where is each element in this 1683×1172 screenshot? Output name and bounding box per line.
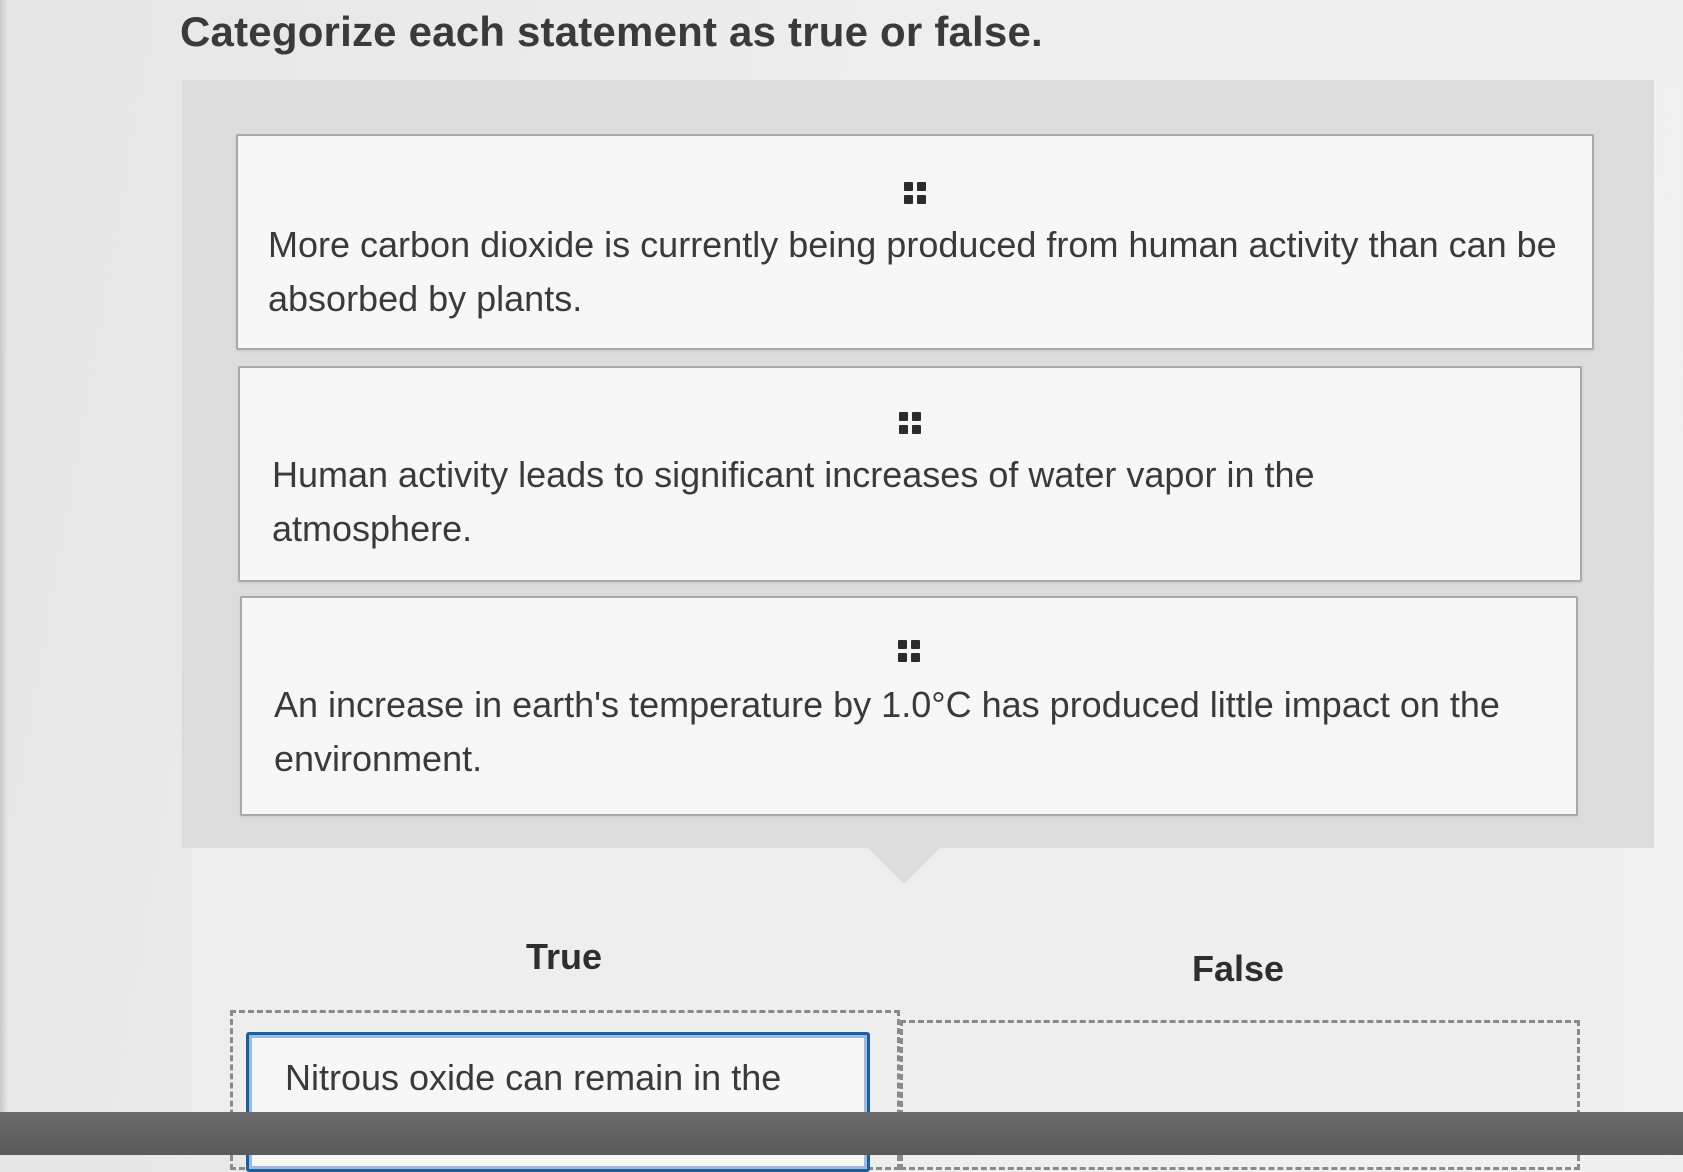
statement-card[interactable]: More carbon dioxide is currently being p…	[236, 134, 1594, 350]
statement-card[interactable]: Human activity leads to significant incr…	[238, 366, 1582, 582]
statement-text: Human activity leads to significant incr…	[272, 454, 1315, 549]
drag-handle-icon[interactable]	[898, 640, 920, 662]
statement-card[interactable]: An increase in earth's temperature by 1.…	[240, 596, 1578, 816]
screen-edge	[0, 0, 8, 1155]
screen-bezel	[0, 1112, 1683, 1155]
drag-handle-icon[interactable]	[904, 182, 926, 204]
drag-handle-icon[interactable]	[899, 412, 921, 434]
instruction-heading: Categorize each statement as true or fal…	[180, 8, 1043, 55]
statement-text: An increase in earth's temperature by 1.…	[274, 684, 1500, 779]
true-bin-label: True	[526, 936, 603, 977]
bank-pointer	[868, 848, 940, 884]
false-bin-label: False	[1192, 948, 1285, 989]
statement-text: More carbon dioxide is currently being p…	[268, 224, 1557, 319]
statement-text: Nitrous oxide can remain in the	[285, 1057, 782, 1098]
